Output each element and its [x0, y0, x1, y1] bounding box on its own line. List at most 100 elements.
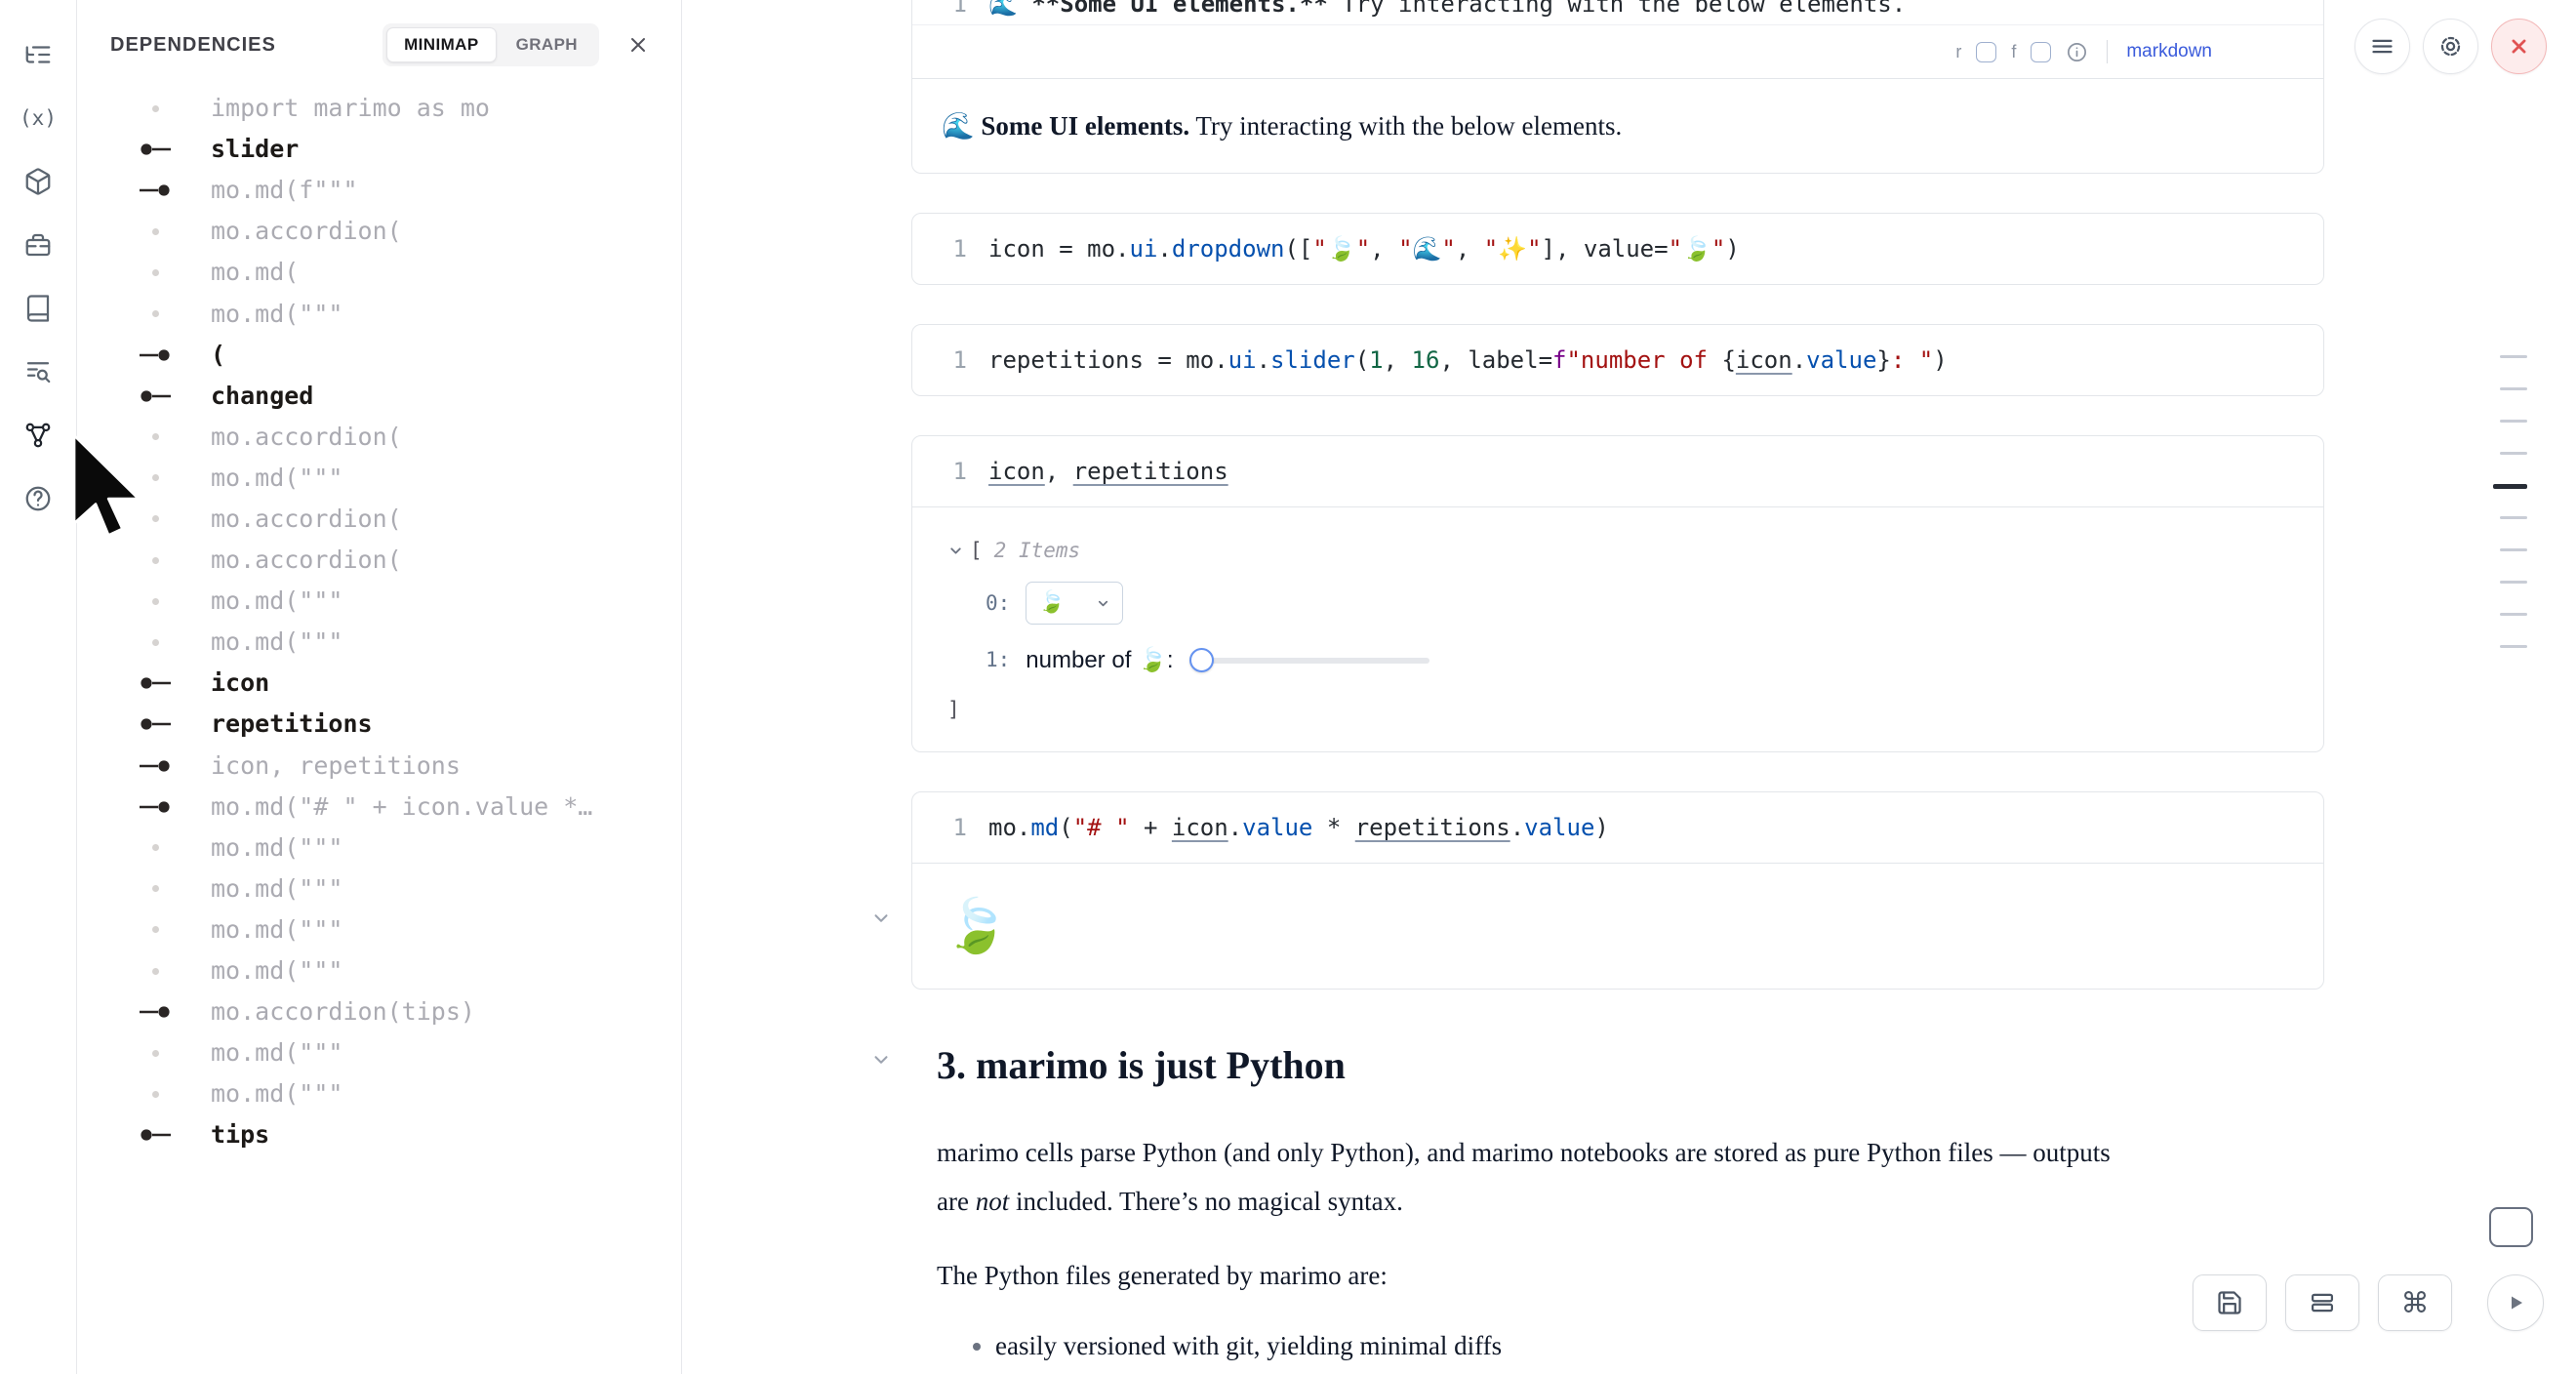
cell-collapse-chevron-icon[interactable] — [870, 908, 892, 934]
minimap-list: import marimo as mo slider mo.md(f""" — [77, 88, 681, 1155]
minimap-item[interactable]: mo.md(""" — [77, 909, 681, 950]
cell-nav-line[interactable] — [2500, 581, 2527, 584]
minimap-item-label: mo.accordion( — [211, 505, 402, 534]
section-collapse-chevron-icon[interactable] — [870, 1049, 892, 1075]
dependencies-icon[interactable] — [15, 412, 61, 459]
tree-row-slider: 1: number of 🍃: — [912, 638, 2323, 681]
logs-search-icon[interactable] — [15, 348, 61, 395]
dropdown-widget[interactable]: 🍃 — [1026, 582, 1123, 625]
cell-nav-line[interactable] — [2493, 484, 2527, 489]
cell-code-editor[interactable]: 1 repetitions = mo.ui.slider(1, 16, labe… — [912, 325, 2323, 395]
minimap-item[interactable]: ( — [77, 335, 681, 376]
minimap-item[interactable]: mo.md(f""" — [77, 170, 681, 211]
cell-navigator — [2493, 355, 2527, 677]
markdown-output: 🍃 — [912, 863, 2323, 989]
layout-button[interactable] — [2285, 1274, 2359, 1331]
minimap-item[interactable]: mo.md(""" — [77, 950, 681, 991]
minimap-item-label: import marimo as mo — [211, 94, 490, 123]
minimap-item-label: mo.md(""" — [211, 464, 342, 493]
minimap-item[interactable]: mo.accordion( — [77, 211, 681, 252]
code-cell-slider: 1 repetitions = mo.ui.slider(1, 16, labe… — [911, 324, 2324, 396]
node-marker-icon — [134, 389, 177, 403]
cell-nav-line[interactable] — [2500, 355, 2527, 358]
cell-code-editor[interactable]: 1 mo.md("# " + icon.value * repetitions.… — [912, 792, 2323, 863]
minimap-item[interactable]: repetitions — [77, 704, 681, 745]
slider-knob[interactable] — [1189, 648, 1214, 672]
save-icon — [2216, 1289, 2243, 1316]
minimap-item[interactable]: mo.accordion(tips) — [77, 991, 681, 1032]
frame-toggle-button[interactable] — [2489, 1207, 2533, 1247]
minimap-item[interactable]: mo.md(""" — [77, 293, 681, 334]
cell-nav-line[interactable] — [2500, 645, 2527, 648]
reactive-checkbox[interactable] — [1976, 42, 1996, 62]
outline-icon[interactable] — [15, 31, 61, 78]
line-number: 1 — [912, 234, 967, 263]
cell-nav-line[interactable] — [2500, 548, 2527, 551]
minimap-item[interactable]: mo.md(""" — [77, 622, 681, 663]
variables-icon[interactable]: (x) — [15, 95, 61, 141]
minimap-item[interactable]: mo.md(""" — [77, 1073, 681, 1114]
shutdown-button[interactable] — [2491, 19, 2547, 74]
cell-code-editor[interactable]: 1 icon, repetitions — [912, 436, 2323, 506]
node-marker-icon — [134, 269, 177, 276]
minimap-item-label: mo.md(""" — [211, 586, 342, 616]
minimap-item[interactable]: mo.md("# " + icon.value *… — [77, 787, 681, 828]
save-button[interactable] — [2193, 1274, 2267, 1331]
minimap-item[interactable]: tips — [77, 1114, 681, 1155]
cell-nav-line[interactable] — [2500, 387, 2527, 390]
packages-icon[interactable] — [15, 158, 61, 205]
node-marker-icon — [134, 1128, 177, 1142]
minimap-item[interactable]: mo.md(""" — [77, 1032, 681, 1073]
documentation-icon[interactable] — [15, 285, 61, 332]
command-icon: ⌘ — [2401, 1286, 2430, 1319]
minimap-item[interactable]: mo.accordion( — [77, 540, 681, 581]
tab-minimap[interactable]: MINIMAP — [386, 27, 496, 62]
minimap-item-label: mo.accordion( — [211, 217, 402, 246]
top-actions — [2355, 19, 2547, 74]
format-checkbox[interactable] — [2031, 42, 2051, 62]
minimap-item[interactable]: import marimo as mo — [77, 88, 681, 129]
node-marker-icon — [134, 183, 177, 197]
minimap-item-label: mo.md(""" — [211, 956, 342, 986]
slider-widget[interactable] — [1189, 647, 1429, 673]
minimap-item[interactable]: changed — [77, 376, 681, 417]
collapse-chevron-icon[interactable] — [947, 543, 964, 559]
minimap-item[interactable]: mo.md( — [77, 252, 681, 293]
cell-nav-line[interactable] — [2500, 613, 2527, 616]
line-number: 1 — [912, 813, 967, 842]
shortcuts-button[interactable]: ⌘ — [2378, 1274, 2452, 1331]
language-mode-badge[interactable]: markdown — [2126, 41, 2212, 62]
run-button[interactable] — [2487, 1274, 2544, 1331]
toolbox-icon[interactable] — [15, 222, 61, 268]
cell-code-editor[interactable]: 1 icon = mo.ui.dropdown(["🍃", "🌊", "✨"],… — [912, 214, 2323, 284]
tab-graph[interactable]: GRAPH — [499, 27, 595, 62]
minimap-item[interactable]: mo.md(""" — [77, 828, 681, 869]
panel-title: DEPENDENCIES — [110, 34, 276, 57]
minimap-item[interactable]: mo.accordion( — [77, 417, 681, 458]
minimap-item[interactable]: slider — [77, 129, 681, 170]
minimap-item[interactable]: mo.accordion( — [77, 499, 681, 540]
node-marker-icon — [134, 142, 177, 156]
section-heading: 3. marimo is just Python — [937, 1040, 2324, 1091]
menu-button[interactable] — [2355, 19, 2410, 74]
node-marker-icon — [134, 348, 177, 362]
minimap-item[interactable]: mo.md(""" — [77, 458, 681, 499]
minimap-item[interactable]: icon — [77, 663, 681, 704]
settings-button[interactable] — [2423, 19, 2478, 74]
cell-nav-line[interactable] — [2500, 516, 2527, 519]
minimap-item[interactable]: mo.md(""" — [77, 581, 681, 622]
node-marker-icon — [134, 676, 177, 690]
action-dock: ⌘ — [2193, 1274, 2544, 1331]
minimap-item-label: mo.md(""" — [211, 915, 342, 945]
cell-nav-line[interactable] — [2500, 420, 2527, 423]
minimap-item[interactable]: mo.md(""" — [77, 869, 681, 909]
close-panel-button[interactable] — [619, 25, 658, 64]
output-heading-emoji: 🍃 — [944, 897, 1009, 955]
format-toggle-label: f — [2011, 42, 2016, 62]
help-icon[interactable] — [15, 475, 61, 522]
markdown-source-editor[interactable]: 1 🌊 **Some UI elements.** Try interactin… — [912, 0, 2323, 25]
minimap-item[interactable]: icon, repetitions — [77, 746, 681, 787]
cell-nav-line[interactable] — [2500, 452, 2527, 455]
tree-header: [ 2 Items — [912, 533, 2323, 568]
info-icon[interactable] — [2066, 41, 2088, 63]
